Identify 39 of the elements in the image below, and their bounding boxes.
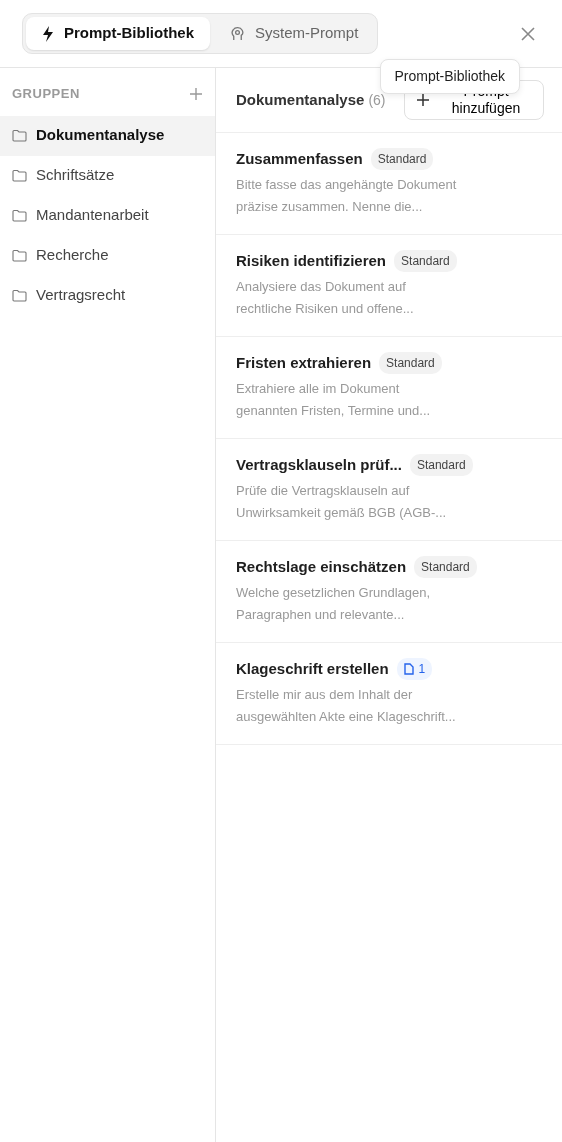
- prompt-preview: Analysiere das Dokument auf rechtliche Risiken und offene...: [236, 278, 415, 319]
- prompt-title[interactable]: Zusammenfassen: [236, 147, 363, 171]
- prompt-title[interactable]: Klageschrift erstellen: [236, 657, 389, 681]
- close-icon: [520, 25, 536, 42]
- head-icon: [230, 26, 245, 41]
- tab[interactable]: System-Prompt: [214, 17, 375, 50]
- section-heading: GRUPPEN: [12, 85, 80, 103]
- lightning-icon: [42, 25, 54, 42]
- prompt-title[interactable]: Vertragsklauseln prüf...: [236, 453, 402, 477]
- tag: Standard: [379, 351, 442, 374]
- folder-icon: [12, 289, 27, 302]
- folder-icon: [12, 249, 27, 262]
- folder-icon: [12, 209, 27, 222]
- tooltip: Prompt-Bibliothek: [379, 59, 520, 94]
- prompt-preview: Bitte fasse das angehängte Dokument präzise zusammen. Nenne die...: [236, 176, 458, 217]
- tag: Standard: [370, 147, 434, 170]
- prompt-preview: Welche gesetzlichen Grundlagen, Paragraphen und relevante...: [236, 584, 432, 625]
- folder-icon: [12, 169, 27, 182]
- tag: Standard: [409, 453, 473, 476]
- tag: Standard: [414, 555, 477, 578]
- tag: Standard: [394, 249, 457, 272]
- file-count-tag: 1: [396, 657, 433, 680]
- document-icon: [403, 662, 414, 675]
- group-title: Dokumentanalyse: [236, 89, 365, 110]
- sidebar-item[interactable]: Vertragsrecht: [0, 275, 215, 316]
- plus-icon: [417, 93, 429, 106]
- sidebar-item[interactable]: Dokumentanalyse: [0, 115, 215, 156]
- folder-icon: [12, 129, 27, 142]
- prompt-preview: Erstelle mir aus dem Inhalt der ausgewählten Akte eine Klageschrift...: [236, 686, 457, 727]
- sidebar-item[interactable]: Recherche: [0, 235, 215, 276]
- sidebar-item[interactable]: Mandantenarbeit: [0, 195, 215, 236]
- prompt-title[interactable]: Risiken identifizieren: [236, 249, 387, 273]
- prompt-title[interactable]: Fristen extrahieren: [236, 351, 372, 375]
- tab[interactable]: Prompt-Bibliothek: [26, 17, 210, 50]
- add-icon[interactable]: [189, 86, 203, 101]
- sidebar-item[interactable]: Schriftsätze: [0, 155, 215, 196]
- prompt-preview: Prüfe die Vertragsklauseln auf Unwirksamkeit gemäß BGB (AGB-...: [236, 482, 448, 523]
- prompt-preview: Extrahiere alle im Dokument genannten Fristen, Termine und...: [236, 380, 432, 421]
- prompt-title[interactable]: Rechtslage einschätzen: [236, 555, 407, 579]
